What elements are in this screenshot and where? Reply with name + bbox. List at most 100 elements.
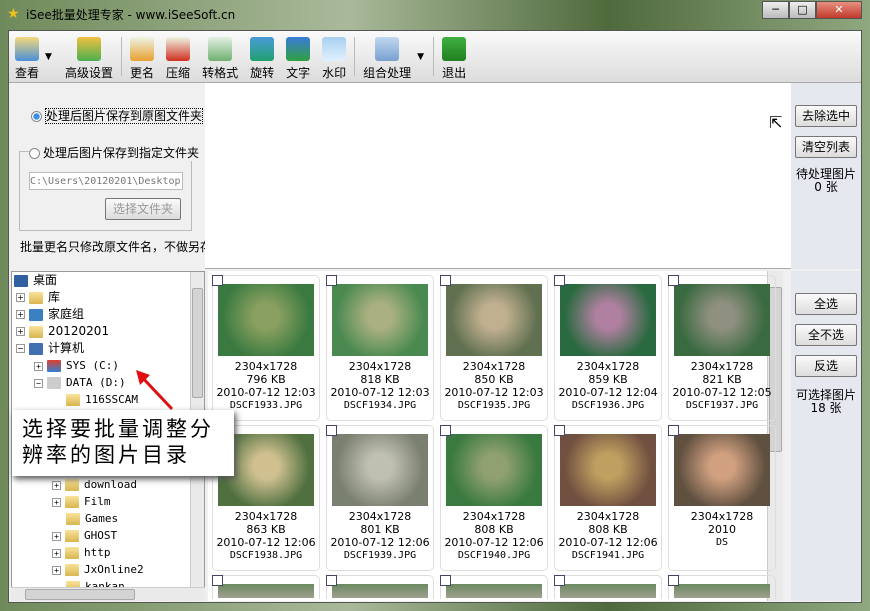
view-dropdown-icon[interactable]: ▼: [45, 31, 59, 82]
image-tile[interactable]: [212, 575, 320, 599]
choose-folder-button[interactable]: 选择文件夹: [105, 198, 181, 220]
tree-item-folder[interactable]: + Film: [52, 493, 111, 510]
clear-list-button[interactable]: 清空列表: [795, 136, 857, 158]
path-input[interactable]: [29, 172, 183, 190]
tree-item-drive-d[interactable]: − DATA (D:): [34, 374, 126, 391]
exit-button[interactable]: 退出: [436, 31, 472, 83]
tree-item-computer[interactable]: − 计算机: [16, 340, 84, 357]
tree-item-folder[interactable]: + JxOnline2: [52, 561, 144, 578]
select-checkbox[interactable]: [554, 575, 565, 586]
text-button[interactable]: 文字: [280, 31, 316, 83]
select-checkbox[interactable]: [554, 275, 565, 286]
collapse-icon[interactable]: −: [16, 344, 25, 353]
tree-item-folder[interactable]: 116SSCAM: [66, 391, 138, 408]
tree-item-libraries[interactable]: + 库: [16, 289, 60, 306]
select-checkbox[interactable]: [440, 275, 451, 286]
expand-icon[interactable]: +: [16, 327, 25, 336]
rename-button[interactable]: 更名: [124, 31, 160, 83]
view-icon: [15, 37, 39, 61]
divider: [121, 37, 123, 76]
select-checkbox[interactable]: [326, 575, 337, 586]
select-all-button[interactable]: 全选: [795, 293, 857, 315]
rotate-button[interactable]: 旋转: [244, 31, 280, 83]
title-bar: ★ iSee批量处理专家 - www.iSeeSoft.cn ─ □ ✕: [0, 0, 870, 28]
selection-sidebar: 全选 全不选 反选 可选择图片 18 张: [791, 271, 861, 601]
save-options: 处理后图片保存到原图文件夹 处理后图片保存到指定文件夹 选择文件夹 批量更名只修…: [9, 83, 205, 269]
image-dimensions: 2304x1728: [348, 510, 412, 523]
image-filename: DSCF1941.JPG: [571, 550, 645, 561]
image-tile[interactable]: 2304x1728 818 KB 2010-07-12 12:03 DSCF1934.…: [326, 275, 434, 421]
image-size: 863 KB: [246, 523, 286, 536]
compress-button[interactable]: 压缩: [160, 31, 196, 83]
save-specified-radio[interactable]: 处理后图片保存到指定文件夹: [29, 144, 202, 161]
select-checkbox[interactable]: [326, 425, 337, 436]
image-tile[interactable]: 2304x1728 821 KB 2010-07-12 12:05 DSCF1937.…: [668, 275, 776, 421]
select-checkbox[interactable]: [668, 575, 679, 586]
select-checkbox[interactable]: [212, 575, 223, 586]
image-size: 808 KB: [474, 523, 514, 536]
collapse-icon[interactable]: −: [34, 378, 43, 388]
view-button[interactable]: 查看: [9, 31, 45, 83]
expand-icon[interactable]: +: [16, 293, 25, 302]
image-tile[interactable]: 2304x1728 796 KB 2010-07-12 12:03 DSCF1933.…: [212, 275, 320, 421]
select-checkbox[interactable]: [440, 575, 451, 586]
image-date: 2010-07-12 12:06: [444, 536, 544, 549]
pending-count: 0 张: [814, 180, 838, 194]
combo-dropdown-icon[interactable]: ▼: [417, 31, 431, 82]
tree-item-desktop[interactable]: 桌面: [14, 272, 57, 289]
image-tile[interactable]: 2304x1728 859 KB 2010-07-12 12:04 DSCF1936.…: [554, 275, 662, 421]
image-dimensions: 2304x1728: [348, 360, 412, 373]
note-text: 批量更名只修改原文件名，不做另存: [20, 240, 205, 254]
tree-item-folder[interactable]: Games: [66, 510, 118, 527]
image-date: 2010-07-12 12:06: [216, 536, 316, 549]
remove-selected-button[interactable]: 去除选中: [795, 105, 857, 127]
combo-icon: [375, 37, 400, 61]
image-filename: DS: [715, 537, 729, 548]
image-tile[interactable]: 2304x1728 801 KB 2010-07-12 12:06 DSCF1939.…: [326, 425, 434, 571]
convert-button[interactable]: 转格式: [196, 31, 244, 83]
thumbnail-image: [560, 284, 656, 356]
select-checkbox[interactable]: [668, 425, 679, 436]
image-filename: DSCF1934.JPG: [343, 400, 417, 411]
select-checkbox[interactable]: [440, 425, 451, 436]
close-button[interactable]: ✕: [816, 1, 862, 19]
select-checkbox[interactable]: [554, 425, 565, 436]
image-tile[interactable]: [440, 575, 548, 599]
image-dimensions: 2304x1728: [462, 510, 526, 523]
save-original-radio[interactable]: 处理后图片保存到原图文件夹: [31, 107, 204, 124]
expand-icon[interactable]: +: [34, 361, 43, 371]
convert-icon: [208, 37, 233, 61]
image-size: 808 KB: [588, 523, 628, 536]
thumbnail-image: [446, 434, 542, 506]
image-tile[interactable]: [554, 575, 662, 599]
tree-item-folder[interactable]: + http: [52, 544, 111, 561]
select-checkbox[interactable]: [326, 275, 337, 286]
combo-button[interactable]: 组合处理: [357, 31, 417, 83]
tree-horizontal-scrollbar[interactable]: [11, 587, 205, 601]
advanced-settings-button[interactable]: 高级设置: [59, 31, 119, 83]
select-none-button[interactable]: 全不选: [795, 324, 857, 346]
watermark-button[interactable]: 水印: [316, 31, 352, 83]
image-tile[interactable]: [668, 575, 776, 599]
thumbnail-image: [560, 584, 656, 598]
image-tile[interactable]: 2304x1728 808 KB 2010-07-12 12:06 DSCF1940.…: [440, 425, 548, 571]
tree-item-drive-c[interactable]: + SYS (C:): [34, 357, 119, 374]
tree-item-homegroup[interactable]: + 家庭组: [16, 306, 84, 323]
image-size: 818 KB: [360, 373, 400, 386]
expand-icon[interactable]: +: [16, 310, 25, 319]
image-tile[interactable]: [326, 575, 434, 599]
thumbnail-image: [332, 284, 428, 356]
select-checkbox[interactable]: [668, 275, 679, 286]
tree-item-folder[interactable]: + download: [52, 476, 137, 493]
select-checkbox[interactable]: [212, 275, 223, 286]
tree-item-user[interactable]: +20120201: [16, 323, 109, 340]
invert-selection-button[interactable]: 反选: [795, 355, 857, 377]
image-tile[interactable]: 2304x1728 808 KB 2010-07-12 12:06 DSCF1941.…: [554, 425, 662, 571]
image-date: 2010-07-12 12:05: [672, 386, 772, 399]
image-tile[interactable]: 2304x1728 2010 DS: [668, 425, 776, 571]
image-tile[interactable]: 2304x1728 850 KB 2010-07-12 12:03 DSCF1935.…: [440, 275, 548, 421]
minimize-button[interactable]: ─: [762, 1, 789, 19]
maximize-button[interactable]: □: [789, 1, 816, 19]
tree-item-folder[interactable]: + GHOST: [52, 527, 117, 544]
thumbnail-image: [674, 434, 770, 506]
